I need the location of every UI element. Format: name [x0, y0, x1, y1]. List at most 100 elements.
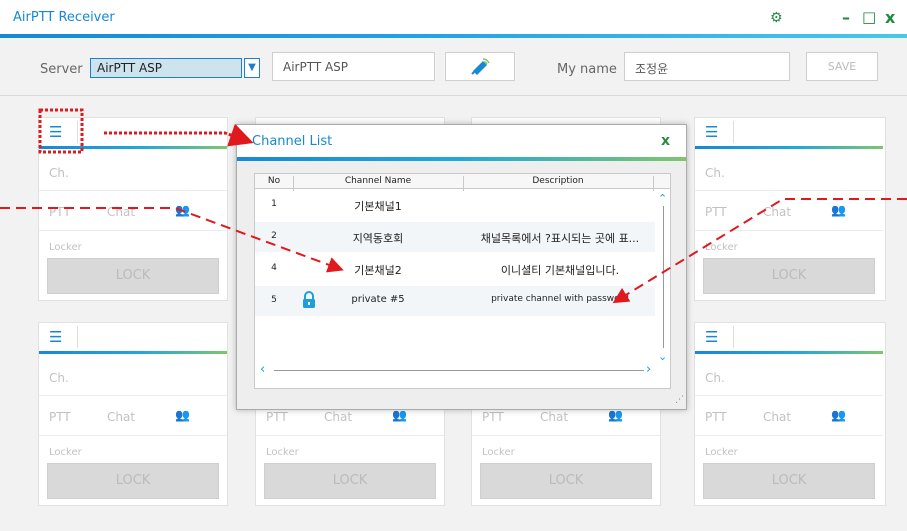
locker-label: Locker [705, 242, 738, 253]
panel-header: ☰ [695, 118, 883, 146]
ptt-label: PTT [49, 205, 71, 219]
channel-label: Ch. [705, 166, 725, 180]
server-bar: Server AirPTT ASP ▼ AirPTT ASP My name 조… [0, 38, 907, 96]
people-icon: 👥 [392, 408, 407, 422]
col-no[interactable]: No [255, 176, 293, 186]
panel-accent [695, 146, 883, 149]
scroll-left-icon[interactable]: ‹ [260, 362, 265, 377]
lock-button[interactable]: LOCK [47, 258, 219, 294]
close-button[interactable]: x [885, 8, 895, 27]
people-icon: 👥 [831, 408, 846, 422]
channel-label: Ch. [49, 166, 69, 180]
minimize-button[interactable]: – [842, 8, 850, 27]
list-icon[interactable]: ☰ [705, 123, 718, 141]
row-description: 이니셜티 기본채널입니다. [500, 264, 620, 277]
vertical-scrollbar[interactable]: ⌃ ⌄ [657, 192, 669, 363]
header-divider [77, 121, 78, 143]
locker-label: Locker [266, 447, 299, 458]
lock-button[interactable]: LOCK [47, 463, 219, 499]
divider [695, 190, 883, 191]
channel-label: Ch. [49, 371, 69, 385]
ptt-label: PTT [482, 410, 504, 424]
row-channel-name: 기본채널1 [354, 200, 402, 213]
panel-accent [39, 351, 227, 354]
my-name-field[interactable]: 조정윤 [624, 52, 790, 81]
channel-table: No Channel Name Description 1 기본채널1 2 지역… [254, 173, 671, 389]
row-no: 5 [271, 295, 277, 305]
header-divider [733, 326, 734, 348]
list-icon[interactable]: ☰ [49, 123, 62, 141]
divider [39, 190, 227, 191]
ptt-label: PTT [266, 410, 288, 424]
people-icon: 👥 [608, 408, 623, 422]
locker-label: Locker [49, 242, 82, 253]
divider [472, 435, 660, 436]
scroll-track[interactable] [663, 206, 664, 348]
gear-icon[interactable]: ⚙ [770, 10, 783, 26]
dialog-header: Channel List x [237, 125, 686, 157]
divider [39, 230, 227, 231]
table-row[interactable]: 2 지역동호회 채널목록에서 ?표시되는 곳에 표... [255, 222, 655, 252]
row-channel-name: private #5 [351, 294, 405, 305]
list-icon[interactable]: ☰ [49, 328, 62, 346]
panel-header: ☰ [39, 118, 227, 146]
horizontal-scrollbar[interactable]: ‹ › [260, 362, 656, 380]
people-icon: 👥 [175, 408, 190, 422]
channel-list-dialog: Channel List x No Channel Name Descripti… [236, 124, 687, 410]
divider [39, 435, 227, 436]
dialog-title: Channel List [252, 134, 333, 149]
list-icon[interactable]: ☰ [705, 328, 718, 346]
scroll-track[interactable] [274, 370, 644, 371]
divider [39, 395, 227, 396]
panel-header: ☰ [695, 323, 883, 351]
connect-button[interactable] [445, 52, 515, 81]
ptt-label: PTT [705, 205, 727, 219]
ptt-label: PTT [705, 410, 727, 424]
chat-label: Chat [540, 410, 569, 424]
header-divider [733, 121, 734, 143]
satellite-icon [471, 58, 490, 75]
lock-button[interactable]: LOCK [480, 463, 652, 499]
server-label: Server [40, 62, 83, 77]
table-row[interactable]: 5 private #5 private channel with passwo… [255, 286, 655, 316]
panel-accent [695, 351, 883, 354]
chevron-down-icon[interactable]: ▼ [244, 58, 260, 78]
table-row[interactable]: 1 기본채널1 [255, 190, 655, 220]
scroll-right-icon[interactable]: › [646, 362, 651, 377]
lock-button[interactable]: LOCK [703, 258, 875, 294]
row-no: 2 [271, 231, 277, 241]
title-bar: AirPTT Receiver ⚙ – □ x [0, 0, 907, 38]
col-channel-name[interactable]: Channel Name [293, 176, 463, 186]
maximize-button[interactable]: □ [862, 8, 876, 26]
dialog-close-button[interactable]: x [661, 133, 670, 149]
row-no: 1 [271, 199, 277, 209]
lock-button[interactable]: LOCK [264, 463, 436, 499]
chat-label: Chat [763, 205, 792, 219]
people-icon: 👥 [175, 203, 190, 217]
save-button[interactable]: SAVE [806, 52, 878, 81]
resize-grip-icon[interactable]: ⋰ [675, 395, 684, 405]
panel-header: ☰ [39, 323, 227, 351]
row-no: 4 [271, 263, 277, 273]
server-name-field[interactable]: AirPTT ASP [272, 52, 435, 81]
receiver-panel: ☰ Ch. PTT Chat 👥 Locker LOCK [38, 117, 228, 301]
scroll-up-icon[interactable]: ⌃ [658, 192, 667, 205]
locker-label: Locker [705, 447, 738, 458]
row-description: private channel with password [491, 294, 629, 304]
row-description: 채널목록에서 ?표시되는 곳에 표... [480, 232, 640, 245]
divider [256, 435, 444, 436]
server-select[interactable]: AirPTT ASP [90, 58, 242, 78]
divider [695, 435, 883, 436]
col-divider [653, 176, 654, 191]
lock-button[interactable]: LOCK [703, 463, 875, 499]
scroll-down-icon[interactable]: ⌄ [658, 350, 667, 363]
dialog-accent [237, 157, 686, 161]
table-row[interactable]: 4 기본채널2 이니셜티 기본채널입니다. [255, 254, 655, 284]
col-description[interactable]: Description [463, 176, 653, 186]
table-header: No Channel Name Description [255, 174, 670, 191]
panel-accent [39, 146, 227, 149]
app-title: AirPTT Receiver [13, 10, 115, 25]
locker-label: Locker [49, 447, 82, 458]
receiver-panel: ☰ Ch. PTT Chat 👥 Locker LOCK [694, 117, 886, 301]
channel-label: Ch. [705, 371, 725, 385]
